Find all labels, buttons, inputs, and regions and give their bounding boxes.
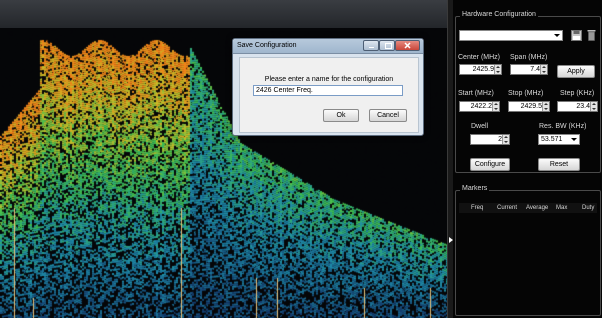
dwell-spinner[interactable]: 2 <box>470 134 510 145</box>
stop-value: 2429.5 <box>520 103 542 110</box>
spinner-arrows-icon[interactable] <box>494 65 501 74</box>
floppy-disk-icon[interactable] <box>571 30 582 41</box>
spinner-arrows-icon[interactable] <box>590 102 597 111</box>
app-window: Hardware Configuration Center (MHz) Span… <box>0 0 602 318</box>
configuration-select[interactable] <box>459 30 563 41</box>
center-value: 2425.9 <box>472 66 494 73</box>
configure-button[interactable]: Configure <box>470 158 510 171</box>
ok-button[interactable]: Ok <box>323 109 359 122</box>
column-current[interactable]: Current <box>497 205 517 211</box>
hardware-configuration-title: Hardware Configuration <box>460 11 538 18</box>
span-label: Span (MHz) <box>510 54 548 61</box>
span-value: 7.4 <box>530 66 540 73</box>
spinner-arrows-icon[interactable] <box>502 135 509 144</box>
stop-label: Stop (MHz) <box>508 90 544 97</box>
chevron-down-icon <box>571 138 577 141</box>
maximize-button[interactable] <box>379 40 395 51</box>
apply-button[interactable]: Apply <box>557 65 595 78</box>
minimize-button[interactable] <box>363 40 379 51</box>
control-panel: Hardware Configuration Center (MHz) Span… <box>453 0 602 318</box>
column-average[interactable]: Average <box>526 205 548 211</box>
dialog-message: Please enter a name for the configuratio… <box>264 76 394 83</box>
res-bw-label: Res. BW (KHz) <box>539 123 587 130</box>
dialog-body: Please enter a name for the configuratio… <box>239 57 419 133</box>
column-max[interactable]: Max <box>556 205 567 211</box>
markers-group: Markers Freq Current Average Max Duty <box>455 185 601 316</box>
dwell-label: Dwell <box>471 123 489 130</box>
spinner-arrows-icon[interactable] <box>542 102 549 111</box>
spinner-arrows-icon[interactable] <box>492 102 499 111</box>
minimize-icon <box>369 47 374 48</box>
markers-table-header: Freq Current Average Max Duty <box>459 203 597 213</box>
spectrum-top-bar <box>0 0 447 29</box>
center-spinner[interactable]: 2425.9 <box>459 64 502 75</box>
start-spinner[interactable]: 2422.2 <box>459 101 500 112</box>
maximize-icon <box>385 43 392 49</box>
configuration-name-input[interactable]: 2426 Center Freq. <box>253 85 403 96</box>
step-spinner[interactable]: 23.4 <box>557 101 598 112</box>
dialog-title: Save Configuration <box>237 42 297 49</box>
markers-title: Markers <box>460 185 490 192</box>
frequency-axis <box>0 310 447 318</box>
stop-spinner[interactable]: 2429.5 <box>508 101 550 112</box>
close-icon <box>404 42 411 49</box>
dialog-title-bar[interactable]: Save Configuration <box>233 39 423 54</box>
step-value: 23.4 <box>576 103 590 110</box>
start-value: 2422.2 <box>470 103 492 110</box>
span-spinner[interactable]: 7.4 <box>510 64 548 75</box>
column-duty[interactable]: Duty <box>582 205 594 211</box>
trash-icon[interactable] <box>587 29 596 41</box>
res-bw-select[interactable]: 53.571 <box>538 134 580 145</box>
reset-button[interactable]: Reset <box>538 158 580 171</box>
res-bw-value: 53.571 <box>541 136 563 143</box>
center-label: Center (MHz) <box>458 54 501 61</box>
hardware-configuration-group: Hardware Configuration Center (MHz) Span… <box>455 11 601 173</box>
step-label: Step (KHz) <box>560 90 595 97</box>
cancel-button[interactable]: Cancel <box>369 109 407 122</box>
column-freq[interactable]: Freq <box>471 205 483 211</box>
start-label: Start (MHz) <box>458 90 494 97</box>
save-configuration-dialog: Save Configuration Please enter a name f… <box>232 38 424 136</box>
close-button[interactable] <box>395 40 420 51</box>
spinner-arrows-icon[interactable] <box>540 65 547 74</box>
chevron-down-icon <box>554 34 560 37</box>
